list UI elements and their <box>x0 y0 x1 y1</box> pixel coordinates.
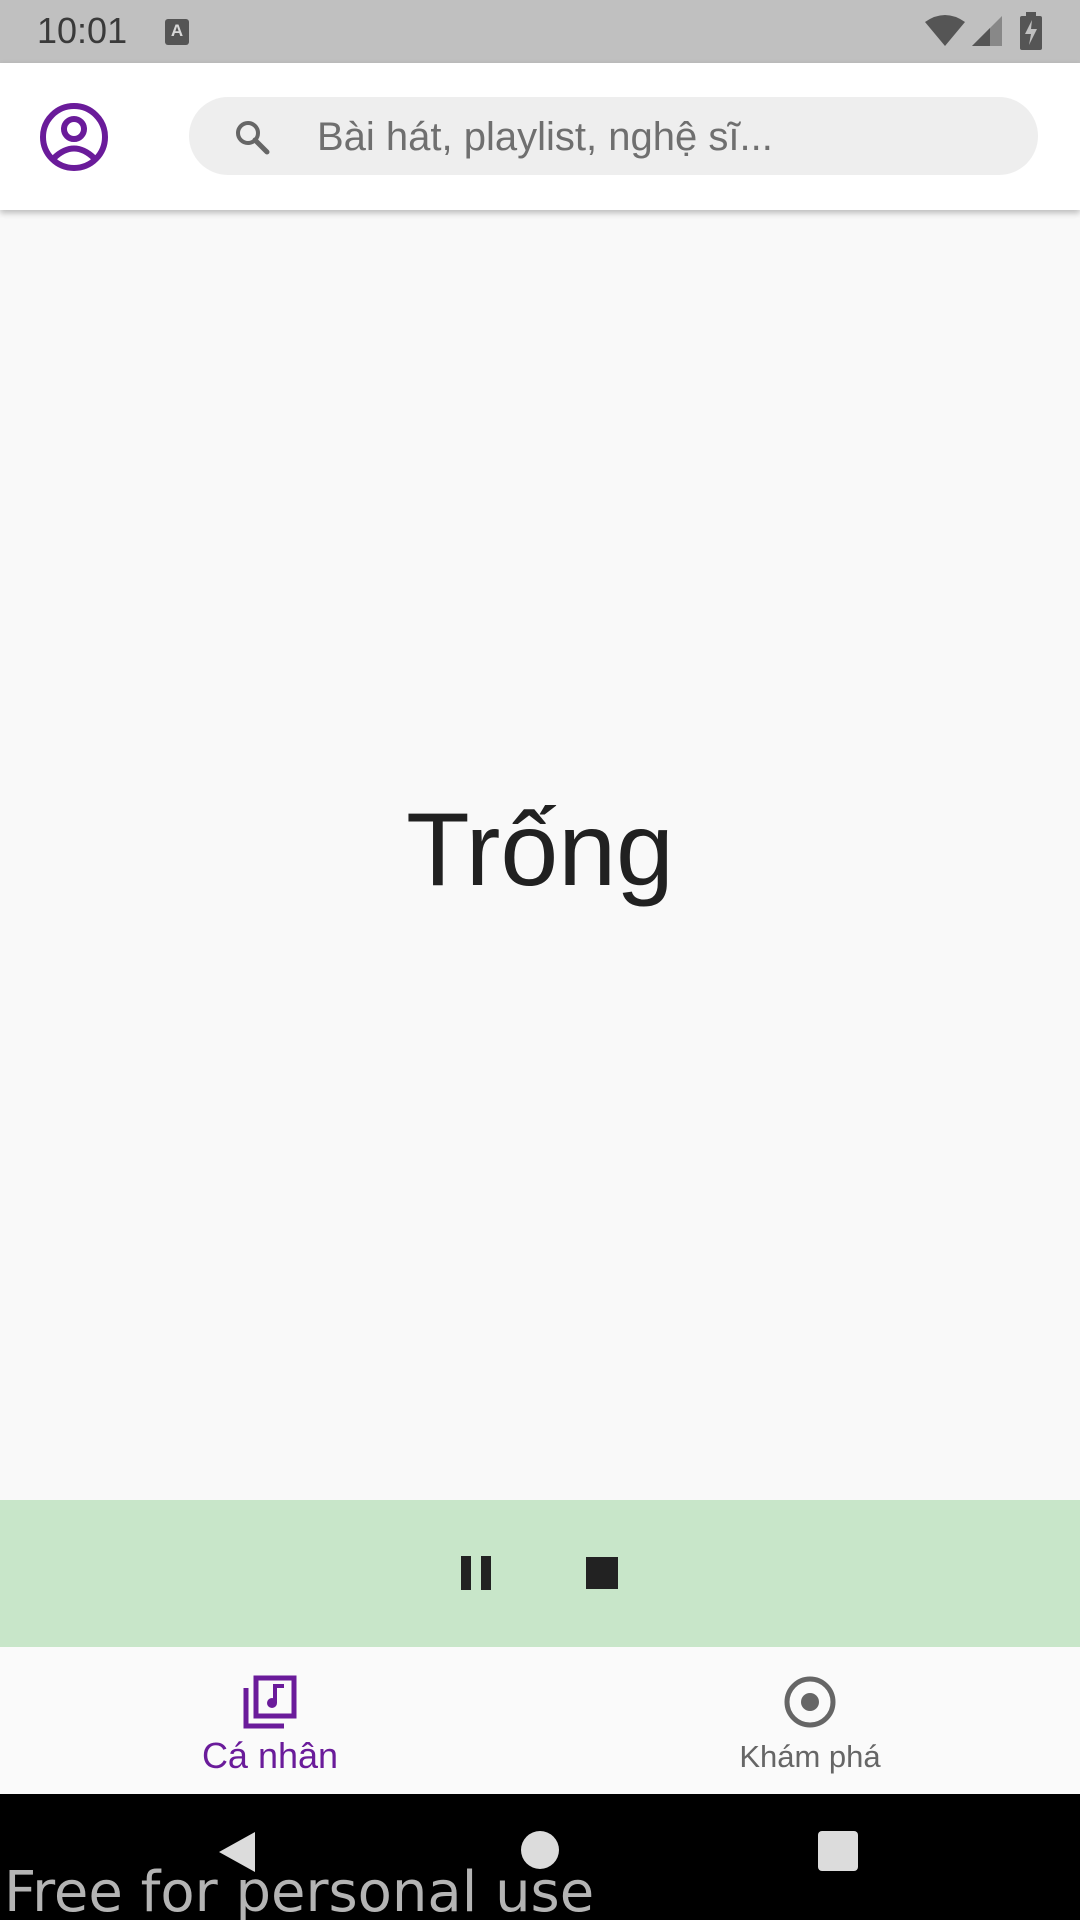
recent-apps-icon[interactable] <box>818 1831 858 1871</box>
account-circle-icon[interactable] <box>38 101 110 173</box>
pause-icon[interactable] <box>456 1552 498 1594</box>
bottom-navigation: Cá nhân Khám phá <box>0 1647 1080 1794</box>
a-notification-icon: A <box>165 19 189 45</box>
main-content: Trống <box>0 210 1080 1500</box>
wifi-icon <box>925 15 965 46</box>
player-bar <box>0 1500 1080 1647</box>
battery-charging-icon <box>1020 12 1042 50</box>
nav-tab-discover[interactable]: Khám phá <box>540 1647 1080 1794</box>
nav-tab-personal-label: Cá nhân <box>201 1735 339 1776</box>
nav-tab-personal[interactable]: Cá nhân <box>0 1647 540 1794</box>
search-bar[interactable] <box>189 97 1038 177</box>
app-bar <box>0 63 1080 210</box>
cell-signal-icon <box>972 16 1002 46</box>
nav-tab-discover-label: Khám phá <box>739 1739 881 1774</box>
watermark-text: Free for personal use <box>4 1860 595 1920</box>
library-music-icon <box>243 1675 297 1729</box>
explore-target-icon <box>784 1676 836 1728</box>
app-screen: 10:01 A Bài hát, playlist, nghệ sĩ... Tr… <box>0 0 1080 1920</box>
status-bar: 10:01 A <box>0 0 1080 63</box>
stop-icon[interactable] <box>584 1552 626 1594</box>
empty-state-label: Trống <box>406 792 674 908</box>
search-input[interactable] <box>315 97 1009 177</box>
system-navigation-bar: Free for personal use <box>0 1794 1080 1920</box>
search-icon <box>236 121 270 155</box>
status-time: 10:01 <box>37 10 128 51</box>
a-notification-letter: A <box>170 21 184 40</box>
